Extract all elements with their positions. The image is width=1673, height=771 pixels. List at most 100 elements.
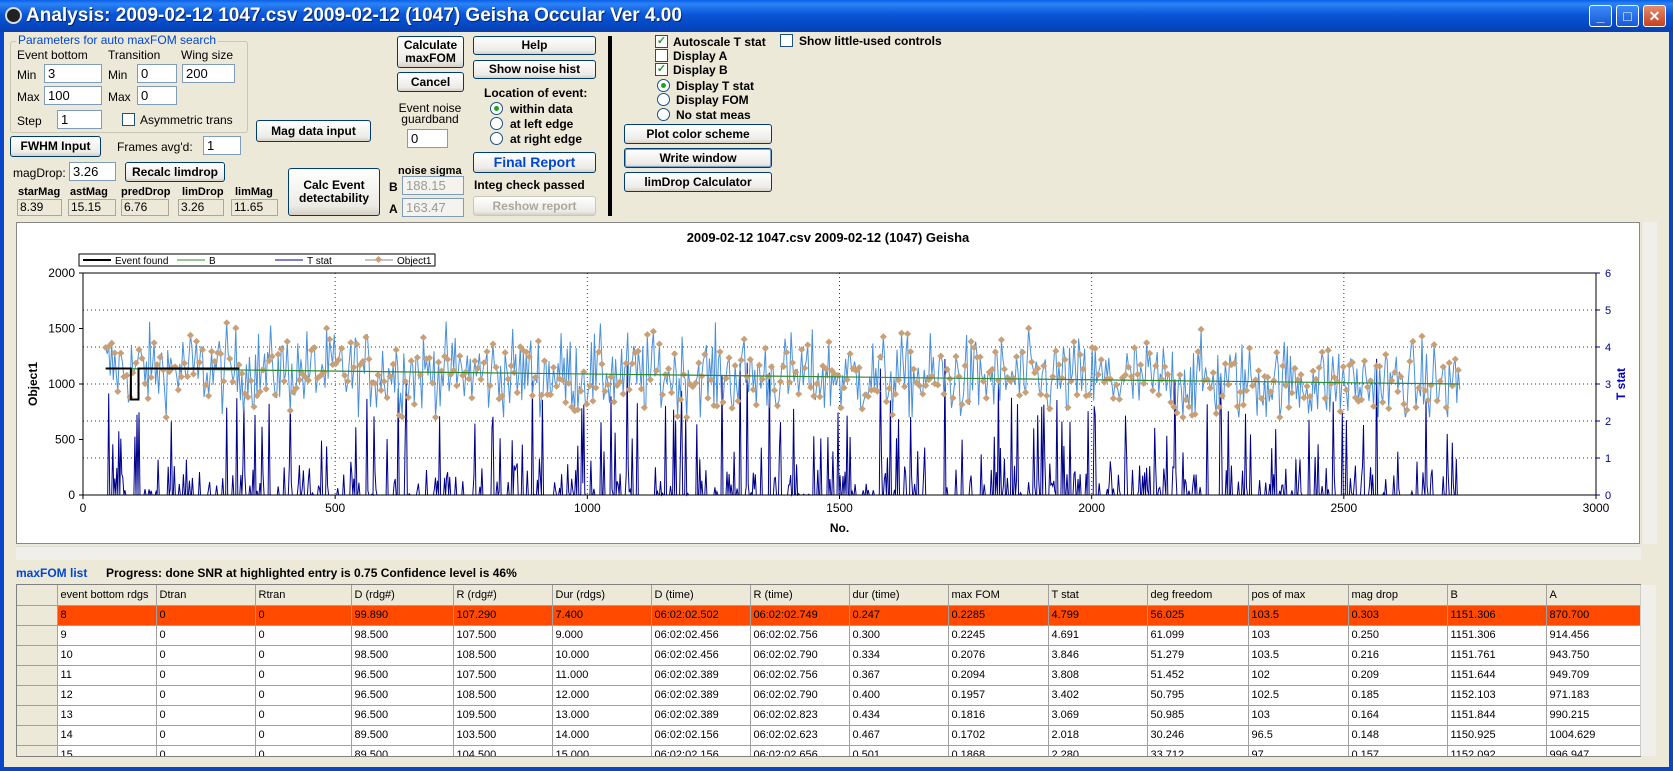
table-row[interactable]: 11 0 0 96.500 107.500 11.000 06:02:02.389 06:02…	[17, 665, 1640, 686]
object1-point	[940, 390, 948, 398]
table-cell: 109.500	[453, 705, 553, 726]
table-vertical-scrollbar[interactable]	[1640, 585, 1656, 756]
table-cell: 0	[156, 645, 256, 666]
table-row[interactable]: 14 0 0 89.500 103.500 14.000 06:02:02.156 06:02…	[17, 725, 1640, 746]
table-column-header[interactable]: R (time)	[750, 585, 850, 606]
show-noise-hist-button[interactable]: Show noise hist	[473, 60, 596, 79]
starmag-label: starMag	[18, 186, 61, 198]
recalc-limdrop-button[interactable]: Recalc limdrop	[125, 162, 225, 182]
table-cell: 0.467	[849, 725, 949, 746]
asymmetric-trans-checkbox[interactable]	[122, 113, 135, 126]
tr-min-input[interactable]: 0	[137, 64, 177, 83]
autoscale-tstat-checkbox[interactable]: ✓	[655, 35, 668, 48]
magdrop-input[interactable]: 3.26	[69, 162, 116, 181]
eb-max-input[interactable]: 100	[44, 86, 102, 105]
table-column-header[interactable]: D (time)	[651, 585, 751, 606]
magdrop-label: magDrop:	[13, 166, 66, 180]
wing-size-input[interactable]: 200	[182, 64, 235, 83]
app-icon[interactable]	[5, 7, 22, 24]
guardband-input[interactable]: 0	[407, 129, 448, 148]
chart-title: 2009-02-12 1047.csv 2009-02-12 (1047) Ge…	[687, 230, 970, 245]
cancel-button[interactable]: Cancel	[397, 72, 464, 92]
row-selector[interactable]	[17, 665, 58, 686]
table-column-header[interactable]: B	[1447, 585, 1547, 606]
wing-size-label: Wing size	[181, 48, 234, 62]
object1-point	[1109, 394, 1117, 402]
table-column-header[interactable]: R (rdg#)	[453, 585, 553, 606]
row-selector[interactable]	[17, 725, 58, 746]
plot-color-scheme-button[interactable]: Plot color scheme	[624, 124, 772, 144]
table-cell: 0	[156, 705, 256, 726]
table-column-header[interactable]: dur (time)	[849, 585, 949, 606]
no-stat-radio[interactable]	[657, 108, 670, 121]
help-button[interactable]: Help	[473, 36, 596, 55]
eb-min-input[interactable]: 3	[44, 64, 102, 83]
close-button[interactable]: ✕	[1643, 5, 1666, 27]
display-tstat-radio[interactable]	[657, 79, 670, 92]
loc-within-radio[interactable]	[490, 102, 503, 115]
table-cell: 10.000	[552, 645, 652, 666]
table-cell: 107.290	[453, 605, 553, 626]
table-row[interactable]: 9 0 0 98.500 107.500 9.000 06:02:02.456 06:02:0…	[17, 625, 1640, 646]
table-column-header[interactable]: T stat	[1048, 585, 1148, 606]
table-column-header[interactable]: pos of max	[1248, 585, 1349, 606]
table-column-header[interactable]: max FOM	[948, 585, 1049, 606]
step-input[interactable]: 1	[57, 110, 102, 129]
y2-tick-label: 6	[1605, 268, 1611, 280]
reshow-report-button[interactable]: Reshow report	[473, 196, 596, 216]
table-cell: 0	[156, 725, 256, 746]
object1-point	[816, 393, 824, 401]
table-cell: 89.500	[351, 725, 454, 746]
display-b-checkbox[interactable]: ✓	[655, 63, 668, 76]
table-column-header[interactable]: A	[1546, 585, 1640, 606]
row-selector[interactable]	[17, 625, 58, 646]
loc-left-radio[interactable]	[490, 117, 503, 130]
calc-event-detectability-button[interactable]: Calc Event detectability	[288, 168, 380, 216]
row-selector[interactable]	[17, 685, 58, 706]
display-fom-radio[interactable]	[657, 93, 670, 106]
mag-data-input-button[interactable]: Mag data input	[256, 120, 371, 142]
table-cell: 103	[1248, 625, 1349, 646]
table-column-header[interactable]: D (rdg#)	[351, 585, 454, 606]
loc-right-radio[interactable]	[490, 132, 503, 145]
little-used-checkbox[interactable]	[780, 34, 793, 47]
write-window-button[interactable]: Write window	[624, 148, 772, 168]
table-column-header[interactable]: Dtran	[156, 585, 256, 606]
row-selector[interactable]	[17, 605, 58, 626]
limdrop-calculator-button[interactable]: limDrop Calculator	[624, 172, 772, 192]
row-selector[interactable]	[17, 705, 58, 726]
table-column-header[interactable]: mag drop	[1348, 585, 1448, 606]
table-row[interactable]: 10 0 0 98.500 108.500 10.000 06:02:02.456 06:02…	[17, 645, 1640, 666]
table-cell: 0	[255, 605, 352, 626]
calculate-maxfom-button[interactable]: Calculate maxFOM	[397, 36, 464, 68]
final-report-button[interactable]: Final Report	[473, 152, 596, 173]
table-column-header[interactable]: deg freedom	[1147, 585, 1249, 606]
table-row[interactable]: 13 0 0 96.500 109.500 13.000 06:02:02.389 06:02…	[17, 705, 1640, 726]
object1-point	[1137, 361, 1145, 369]
object1-point	[919, 390, 927, 398]
object1-point	[347, 339, 355, 347]
object1-point	[997, 336, 1005, 344]
table-cell: 99.890	[351, 605, 454, 626]
table-column-header[interactable]: Dur (rdgs)	[552, 585, 652, 606]
object1-point	[540, 357, 549, 365]
minimize-button[interactable]: _	[1589, 5, 1612, 27]
table-row[interactable]: 8 0 0 99.890 107.290 7.400 06:02:02.502 06:02:0…	[17, 605, 1640, 626]
chart-vertical-scrollbar[interactable]	[1641, 222, 1657, 544]
display-a-checkbox[interactable]	[655, 49, 668, 62]
table-cell: 971.183	[1546, 685, 1640, 706]
row-selector[interactable]	[17, 645, 58, 666]
chart-horizontal-scrollbar[interactable]	[16, 546, 1641, 560]
frames-avgd-input[interactable]: 1	[203, 136, 241, 155]
object1-point	[1439, 363, 1447, 371]
maximize-button[interactable]: □	[1616, 5, 1639, 27]
table-column-header[interactable]: Rtran	[255, 585, 352, 606]
row-selector[interactable]	[17, 745, 58, 756]
table-cell: 0	[255, 725, 352, 746]
object1-point	[1339, 363, 1347, 371]
fwhm-input-button[interactable]: FWHM Input	[10, 136, 101, 157]
tr-max-input[interactable]: 0	[137, 86, 177, 105]
table-row[interactable]: 12 0 0 96.500 108.500 12.000 06:02:02.389 06:02…	[17, 685, 1640, 706]
table-row[interactable]: 15 0 0 89.500 104.500 15.000 06:02:02.156 06:02…	[17, 745, 1640, 756]
table-column-header[interactable]: event bottom rdgs	[57, 585, 157, 606]
